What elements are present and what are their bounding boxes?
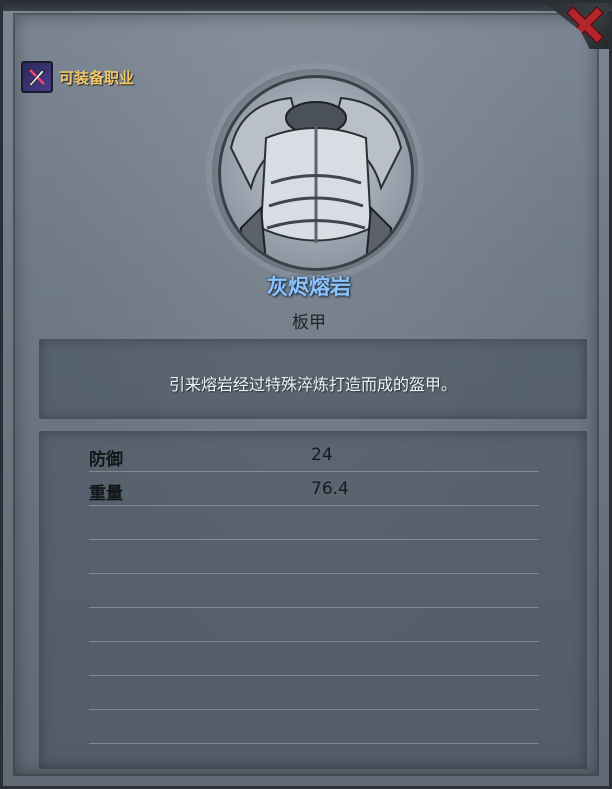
stat-row: [89, 609, 539, 642]
panel-top-edge: [3, 3, 612, 11]
equippable-class-badge[interactable]: 可装备职业: [21, 61, 134, 93]
stat-row: 重量 76.4: [89, 473, 539, 506]
stat-row: [89, 507, 539, 540]
item-info-panel: 可装备职业 灰烬熔岩 板甲 引来熔岩经过特殊淬炼打造而成的盔甲。 防御 24 重…: [0, 0, 612, 789]
class-badge-label: 可装备职业: [59, 68, 135, 87]
description-box: 引来熔岩经过特殊淬炼打造而成的盔甲。: [39, 339, 587, 419]
stats-box: 防御 24 重量 76.4: [39, 431, 587, 769]
plate-armor-icon: [218, 75, 414, 271]
stat-row: [89, 643, 539, 676]
stat-row: [89, 711, 539, 744]
stat-label: 防御: [89, 450, 123, 470]
close-x-icon: [567, 5, 605, 43]
item-name: 灰烬熔岩: [267, 275, 351, 299]
stat-row: 防御 24: [89, 439, 539, 472]
stat-row: [89, 575, 539, 608]
item-type: 板甲: [292, 313, 326, 333]
close-button[interactable]: [545, 3, 609, 49]
stat-value: 24: [311, 445, 333, 465]
stat-row: [89, 541, 539, 574]
stat-value: 76.4: [311, 479, 349, 499]
stat-row: [89, 677, 539, 710]
item-description: 引来熔岩经过特殊淬炼打造而成的盔甲。: [168, 375, 457, 394]
class-sword-icon: [21, 61, 53, 93]
stat-label: 重量: [89, 484, 123, 504]
